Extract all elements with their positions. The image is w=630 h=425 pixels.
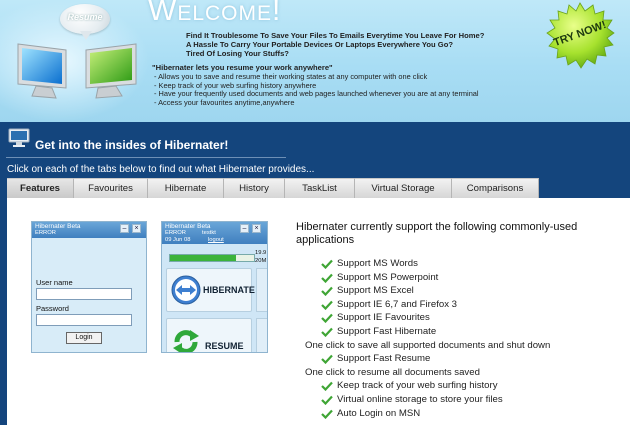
welcome-heading: Welcome!: [148, 0, 282, 27]
mock-logout-link: logout: [208, 237, 224, 243]
username-label: User name: [36, 278, 73, 287]
mock-status: ERROR: [35, 230, 56, 236]
login-button: Login: [66, 332, 102, 344]
minimize-icon: –: [120, 224, 129, 233]
checkmark-icon: [321, 314, 333, 324]
features-heading: Hibernater currently support the followi…: [296, 221, 578, 247]
feature-item: Support Fast Resume: [321, 352, 621, 366]
hero-question: A Hassle To Carry Your Portable Devices …: [186, 40, 453, 50]
feature-text: Support MS Powerpoint: [337, 271, 439, 283]
feature-item: Support Fast Hibernate: [321, 325, 621, 339]
checkmark-icon: [321, 300, 333, 310]
tour-section: Get into the insides of Hibernater! Clic…: [0, 122, 630, 425]
hero-question: Find It Troublesome To Save Your Files T…: [186, 31, 485, 40]
blue-monitor-icon: [17, 43, 67, 99]
speech-bubble-tail: [80, 31, 92, 40]
feature-text: Support MS Words: [337, 258, 418, 269]
tab-favourites[interactable]: Favourites: [74, 178, 148, 198]
green-monitor-icon: [85, 43, 137, 99]
hero-banner: Resume Welcome! Find It Troublesome To S…: [0, 0, 630, 122]
feature-item: Support IE Favourites: [321, 311, 621, 325]
tab-history[interactable]: History: [224, 178, 285, 198]
close-icon: ×: [252, 224, 261, 233]
feature-text: Support Fast Resume: [337, 353, 431, 365]
feature-item: One click to save all supported document…: [305, 339, 621, 353]
tab-tasklist[interactable]: TaskList: [285, 178, 355, 198]
mock-date: 09 Jun 08: [165, 237, 191, 243]
hibernate-arrows-icon: [171, 275, 201, 305]
feature-item: Auto Login on MSN: [321, 407, 621, 421]
feature-item: Support MS Excel: [321, 284, 621, 298]
mock-side-value: 20M: [255, 258, 267, 264]
hero-question: Tired Of Losing Your Stuffs?: [186, 49, 289, 59]
feature-text: One click to save all supported document…: [305, 339, 551, 351]
hero-quote: "Hibernater lets you resume your work an…: [152, 63, 333, 72]
username-input: [36, 288, 132, 300]
resume-button: RESUME: [166, 318, 252, 352]
feature-text: Support IE 6,7 and Firefox 3: [337, 298, 457, 310]
side-strip: [256, 268, 267, 312]
feature-text: Support MS Excel: [337, 285, 414, 297]
mock-status: ERROR: [165, 230, 186, 236]
section-title: Get into the insides of Hibernater!: [35, 138, 229, 152]
checkmark-icon: [321, 327, 333, 337]
feature-item: Support MS Powerpoint: [321, 271, 621, 285]
feature-item: Support MS Words: [321, 257, 621, 271]
mock-app-title: Hibernater Beta: [165, 223, 211, 230]
feature-text: Support Fast Hibernate: [337, 325, 437, 337]
storage-progress-fill: [170, 255, 236, 261]
feature-text: Keep track of your web surfing history: [337, 380, 498, 392]
checkmark-icon: [321, 409, 333, 419]
side-strip: [256, 318, 267, 352]
feature-text: Virtual online storage to store your fil…: [337, 393, 503, 405]
main-app-screenshot: Hibernater Beta ERROR testkt 09 Jun 08 l…: [161, 221, 268, 353]
checkmark-icon: [321, 354, 333, 365]
tab-bar: Features Favourites Hibernate History Ta…: [7, 178, 539, 198]
login-screenshot: Hibernater Beta ERROR – × User name Pass…: [31, 221, 147, 353]
speech-bubble-text: Resume: [67, 12, 103, 22]
checkmark-icon: [321, 286, 333, 297]
feature-text: Support IE Favourites: [337, 312, 430, 324]
minimize-icon: –: [240, 224, 249, 233]
tab-hibernate[interactable]: Hibernate: [148, 178, 224, 198]
feature-text: Auto Login on MSN: [337, 407, 421, 419]
tab-comparisons[interactable]: Comparisons: [452, 178, 539, 198]
section-instruction: Click on each of the tabs below to find …: [7, 164, 315, 175]
mock-side-value: 19.9: [255, 250, 267, 256]
feature-item: Virtual online storage to store your fil…: [321, 393, 621, 407]
mock-app-title: Hibernater Beta: [35, 223, 81, 230]
close-icon: ×: [132, 224, 141, 233]
features-list: Support MS Words Support MS Powerpoint Sup…: [305, 257, 621, 421]
tab-virtual-storage[interactable]: Virtual Storage: [355, 178, 452, 198]
hibernate-button: HIBERNATE: [166, 268, 255, 312]
checkmark-icon: [321, 382, 333, 392]
feature-text: One click to resume all documents saved: [305, 366, 480, 378]
hero-feature-list: - Allows you to save and resume their wo…: [154, 72, 544, 107]
tab-features[interactable]: Features: [7, 178, 74, 198]
resume-refresh-icon: [173, 330, 199, 352]
checkmark-icon: [321, 273, 333, 283]
section-divider: [6, 157, 286, 158]
hibernate-label: HIBERNATE: [203, 285, 255, 295]
computer-icon: [8, 128, 30, 147]
feature-item: Support IE 6,7 and Firefox 3: [321, 298, 621, 312]
checkmark-icon: [321, 395, 333, 405]
hero-feature: - Access your favourites anytime,anywher…: [154, 97, 295, 107]
tab-content-panel: Hibernater Beta ERROR – × User name Pass…: [7, 198, 630, 425]
hero-questions: Find It Troublesome To Save Your Files T…: [186, 31, 526, 59]
password-label: Password: [36, 304, 69, 313]
password-input: [36, 314, 132, 326]
feature-item: Keep track of your web surfing history: [321, 379, 621, 393]
checkmark-icon: [321, 259, 333, 269]
mock-username: testkt: [202, 230, 216, 236]
storage-progress-bar: [169, 254, 255, 262]
resume-label: RESUME: [205, 341, 244, 351]
section-header: Get into the insides of Hibernater!: [0, 122, 630, 158]
feature-item: One click to resume all documents saved: [305, 366, 621, 380]
